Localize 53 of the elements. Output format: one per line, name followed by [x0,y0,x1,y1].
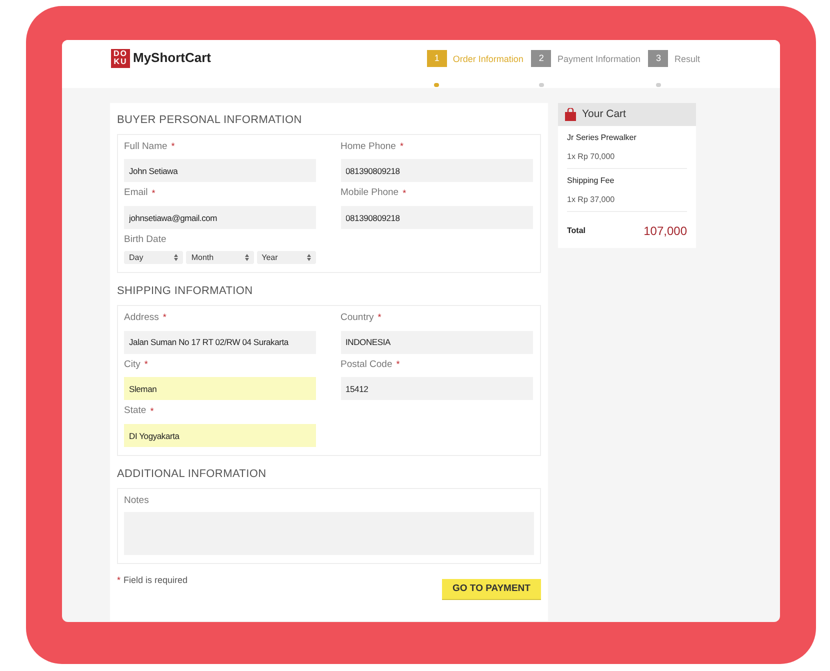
field-label: Home Phone [340,140,396,154]
required-mark: * [396,358,400,371]
text-field[interactable]: Sleman [124,377,316,400]
sort-arrows-icon [306,254,311,262]
text-field[interactable]: Jalan Suman No 17 RT 02/RW 04 Surakarta [124,330,316,354]
step-label[interactable]: Payment Information [557,53,640,88]
total-value: 107,000 [644,223,687,240]
text-field[interactable]: 081390809218 [340,206,532,229]
text-field[interactable]: John Setiawa [124,159,316,182]
total-label: Total [567,225,586,237]
sort-arrows-icon [244,254,249,262]
required-mark: * [378,311,382,324]
dropdown[interactable]: Year [256,251,316,264]
field-label: Email [124,186,148,200]
field-label: Mobile Phone [340,186,399,200]
section-title: ADDITIONAL INFORMATION [117,467,268,482]
shopping-bag-icon [565,108,576,121]
field-label: Country [340,310,374,325]
text-field[interactable]: 15412 [340,377,532,400]
text-field[interactable]: 081390809218 [340,159,532,182]
text-field[interactable]: INDONESIA [340,330,532,354]
step-label[interactable]: Result [674,53,700,88]
required-mark: * [402,186,406,200]
cart-item-name: Shipping Fee [567,175,616,187]
field-label: Postal Code [340,358,392,372]
section-title: SHIPPING INFORMATION [117,284,254,300]
field-label: Address [124,310,159,325]
required-mark: * [171,140,175,153]
brand-name: MyShortCart [133,49,212,68]
cart-item-name: Jr Series Prewalker [567,132,638,144]
required-mark: * [162,311,166,324]
dropdown[interactable]: Month [186,251,254,264]
cart-item-price: 1x Rp 37,000 [567,194,616,206]
logo-mark: DO KU [111,48,130,68]
field-label: City [124,358,140,372]
required-mark: * [150,404,154,418]
field-label: Birth Date [124,233,166,247]
required-mark: * [400,140,404,153]
section-title: BUYER PERSONAL INFORMATION [117,113,303,128]
required-mark: * [152,186,156,200]
text-field[interactable]: johnsetiawa@gmail.com [124,206,316,229]
field-label: Notes [124,494,149,508]
sort-arrows-icon [174,254,178,262]
cart-header: Your Cart [558,103,696,126]
required-mark: * [117,574,121,587]
text-field[interactable]: DI Yogyakarta [124,424,316,447]
required-note: Field is required [124,574,188,587]
dropdown[interactable]: Day [124,251,184,264]
required-mark: * [144,358,148,371]
field-label: State [124,404,146,418]
cart-item-price: 1x Rp 70,000 [567,151,616,163]
go-to-payment-button[interactable]: GO TO PAYMENT [442,578,541,600]
field-label: Full Name [124,140,168,154]
